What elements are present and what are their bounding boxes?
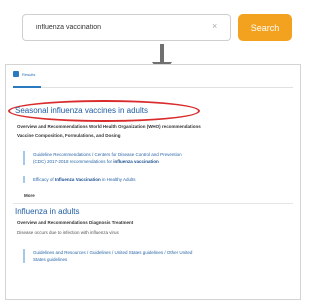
result-description: Disease occurs due to infection with inf… xyxy=(17,230,119,235)
results-tab-label: Results xyxy=(22,71,36,77)
result-meta-line[interactable]: Overview and Recommendations World Healt… xyxy=(17,124,201,129)
snippet-highlight: Influenza Vaccination xyxy=(54,177,101,182)
snippet-line: Guideline Recommendations / Centers for … xyxy=(33,152,182,157)
search-input[interactable] xyxy=(22,14,231,41)
results-tab[interactable]: Results xyxy=(13,71,35,77)
snippet-text: in Healthy Adults xyxy=(100,177,136,182)
result-meta-line[interactable]: Vaccine Composition, Formulations, and D… xyxy=(17,133,121,138)
search-button[interactable]: Search xyxy=(238,14,292,41)
clear-icon[interactable]: × xyxy=(212,21,217,31)
header-rule xyxy=(13,87,293,88)
result-title[interactable]: Influenza in adults xyxy=(15,207,80,216)
results-panel: Results Seasonal influenza vaccines in a… xyxy=(5,64,301,300)
result-snippet[interactable]: Guideline Recommendations / Centers for … xyxy=(23,151,285,165)
snippet-text: Efficacy of xyxy=(33,177,55,182)
arrow-shaft xyxy=(160,44,164,64)
active-tab-underline xyxy=(13,86,41,88)
result-snippet[interactable]: Guidelines and Resources / Guidelines / … xyxy=(23,249,285,263)
result-snippet[interactable]: Efficacy of Influenza Vaccination in Hea… xyxy=(23,176,285,183)
snippet-line: Efficacy of Influenza Vaccination in Hea… xyxy=(33,176,285,183)
result-title[interactable]: Seasonal influenza vaccines in adults xyxy=(15,106,148,115)
result-meta-line[interactable]: Overview and Recommendations Diagnosis T… xyxy=(17,220,133,225)
snippet-line: (CDC) 2017-2018 recommendations for infl… xyxy=(33,158,285,165)
snippet-line: States guidelines xyxy=(33,257,68,262)
result-divider xyxy=(13,203,293,204)
snippet-line: Guidelines and Resources / Guidelines / … xyxy=(33,250,193,255)
snippet-text: (CDC) 2017-2018 recommendations for xyxy=(33,159,114,164)
snippet-highlight: influenza vaccination xyxy=(113,159,159,164)
results-icon xyxy=(13,71,19,77)
more-link[interactable]: More xyxy=(24,193,35,198)
